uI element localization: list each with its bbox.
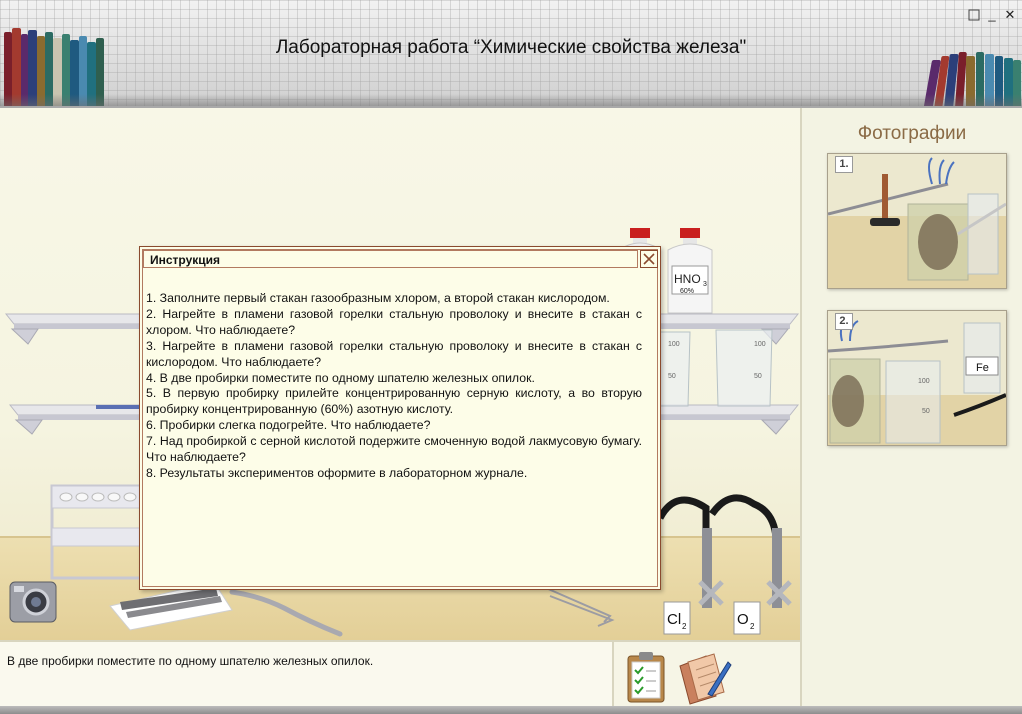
maximize-icon[interactable] [966, 8, 982, 24]
dialog-title: Инструкция [150, 253, 221, 267]
instruction-steps: 1. Заполните первый стакан газообразным … [146, 291, 642, 482]
gas-label-o-subscript: 2 [750, 622, 755, 631]
minimize-icon: _ [988, 7, 996, 22]
instruction-step: 7. Над пробиркой с серной кислотой подер… [146, 434, 642, 465]
clipboard-button[interactable] [626, 650, 666, 709]
sidebar-title: Фотографии [857, 123, 967, 144]
gas-supply-chlorine[interactable]: Cl 2 [656, 496, 724, 635]
app-header: Лабораторная работа “Химические свойства… [0, 0, 1022, 108]
dialog-close-button[interactable] [640, 250, 658, 268]
instruction-step: 3. Нагрейте в пламени газовой горелки ст… [146, 338, 642, 369]
minimize-button[interactable]: _ [984, 8, 1000, 24]
photo-image: 100 50 Fe [828, 311, 1006, 445]
gas-label-o: O [737, 611, 749, 628]
window-bottom-edge [0, 706, 1022, 714]
status-text: В две пробирки поместите по одному шпате… [7, 654, 374, 668]
photos-sidebar: Фотографии 1. 2. 100 50 Fe [800, 108, 1022, 708]
app-title: Лабораторная работа “Химические свойства… [275, 37, 747, 58]
journal-button[interactable] [676, 648, 732, 711]
photo-image [828, 154, 1006, 288]
test-tube-rack[interactable] [50, 484, 144, 580]
photo-thumbnail-1[interactable]: 1. [827, 153, 1007, 289]
gas-label-cl-subscript: 2 [682, 622, 687, 631]
instruction-step: 8. Результаты экспериментов оформите в л… [146, 465, 528, 480]
instruction-step: 2. Нагрейте в пламени газовой горелки ст… [146, 306, 642, 337]
spatula[interactable] [229, 589, 343, 637]
instruction-step: 5. В первую пробирку прилейте концентрир… [146, 386, 642, 417]
gas-supply-oxygen[interactable]: O 2 [709, 494, 792, 635]
dialog-header: Инструкция [143, 250, 638, 268]
status-bar: В две пробирки поместите по одному шпате… [0, 640, 612, 714]
photo-number: 1. [835, 156, 853, 173]
photo-label-fe: Fe [976, 362, 989, 374]
tools-area [612, 640, 800, 714]
photo-mark-100: 100 [918, 378, 930, 385]
instruction-step: 4. В две пробирки поместите по одному шп… [146, 370, 535, 385]
journal-icon [679, 653, 732, 705]
instruction-step: 6. Пробирки слегка подогрейте. Что наблю… [146, 418, 431, 433]
photo-mark-50: 50 [922, 408, 930, 415]
dialog-close-icon [643, 253, 655, 265]
photo-thumbnail-2[interactable]: 2. 100 50 Fe [827, 310, 1007, 446]
photo-number: 2. [835, 313, 853, 330]
instruction-dialog: Инструкция 1. Заполните первый стакан га… [139, 246, 661, 590]
clipboard-icon [627, 652, 665, 703]
crucible-tongs[interactable] [545, 587, 615, 627]
window-controls: _ ✕ [966, 8, 1018, 24]
gas-label-cl: Cl [667, 611, 681, 628]
close-button[interactable]: ✕ [1002, 8, 1018, 24]
close-icon: ✕ [1004, 7, 1016, 22]
camera-icon[interactable] [9, 581, 57, 623]
instruction-step: 1. Заполните первый стакан газообразным … [146, 291, 610, 305]
